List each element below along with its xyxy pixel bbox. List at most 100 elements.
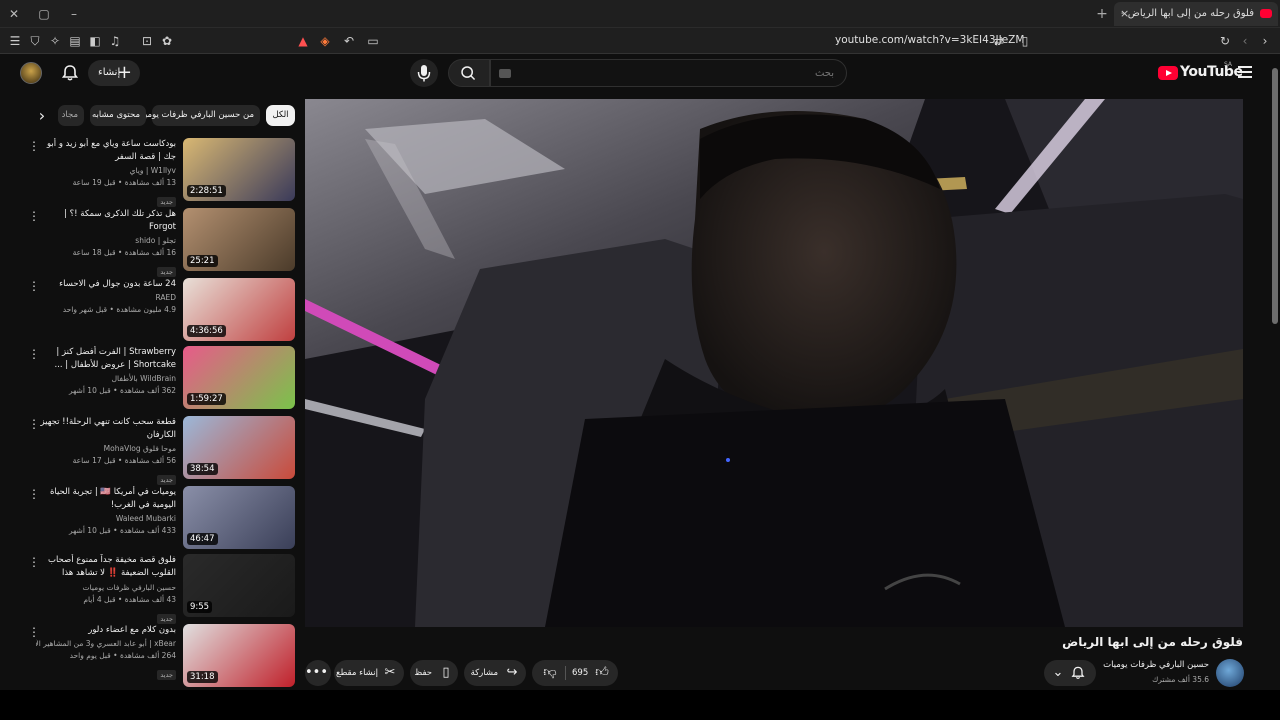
youtube-logo[interactable]: YouTube SA (1158, 61, 1243, 84)
clip-label: إنشاء مقطع (336, 668, 378, 678)
recommendation-channel[interactable]: موحا فلوق MohaVlog (36, 443, 176, 455)
channel-name[interactable]: حسين البارفي ظرفات يوميات (1103, 660, 1209, 670)
extensions-icon[interactable]: ✿ (158, 32, 176, 50)
recommendation-channel[interactable]: Waleed Mubarki (36, 513, 176, 525)
recommendation-meta: 362 ألف مشاهدة • قبل 10 أشهر (68, 386, 176, 395)
forward-icon[interactable]: › (1256, 32, 1274, 50)
recommendation-title[interactable]: بدون كلام مع اعضاء دلور (36, 624, 176, 637)
chip-related[interactable]: محتوى مشابه (90, 105, 146, 126)
video-duration: 46:47 (187, 533, 218, 545)
recommendation-thumbnail[interactable]: 2:28:51 (183, 138, 295, 201)
recommendation-item[interactable]: 31:18 بدون كلام مع اعضاء دلور xBear | أبو … (22, 624, 298, 690)
voice-search-mic-icon[interactable] (410, 59, 438, 87)
search-input[interactable] (491, 60, 846, 86)
recommendation-channel[interactable]: تجلو | shido (36, 235, 176, 247)
recommendation-title[interactable]: يوميات في أمريكا 🇺🇸 | تجربة الحياة اليوم… (36, 486, 176, 512)
recommendation-title[interactable]: هل تذكر تلك الذكرى سمكة !؟ | Forgot (36, 208, 176, 234)
new-tab-button[interactable]: + (1092, 2, 1112, 26)
more-vertical-icon[interactable]: ⋮ (28, 556, 40, 570)
recommendation-title[interactable]: بودكاست ساعة وياي مع أبو زيد و أبو جك | … (36, 138, 176, 164)
site-settings-icon[interactable]: ⇄ (990, 32, 1008, 50)
recommendation-thumbnail[interactable]: 31:18 (183, 624, 295, 687)
thumbs-down-icon: 👎︎ (543, 665, 557, 680)
more-vertical-icon[interactable]: ⋮ (28, 348, 40, 362)
chips-next-arrow-icon[interactable]: › (32, 105, 52, 127)
recommendation-thumbnail[interactable]: 46:47 (183, 486, 295, 549)
cast-icon[interactable]: ▭ (364, 32, 382, 50)
brave-shields-icon[interactable]: ◈ (316, 32, 334, 50)
account-avatar[interactable] (20, 62, 42, 84)
keyboard-icon[interactable] (499, 69, 511, 78)
tab-close-icon[interactable]: × (1120, 2, 1129, 26)
more-vertical-icon[interactable]: ⋮ (28, 488, 40, 502)
recommendation-channel[interactable]: حسين البارفي ظرفات يوميات (36, 582, 176, 594)
screenshot-icon[interactable]: ⊡ (138, 32, 156, 50)
recommendation-thumbnail[interactable]: 1:59:27 (183, 346, 295, 409)
recommendation-channel[interactable]: RAED (36, 292, 176, 304)
shield-icon[interactable]: ⛉ (26, 32, 44, 50)
guide-menu-icon[interactable] (1238, 66, 1252, 78)
more-vertical-icon[interactable]: ⋮ (28, 280, 40, 294)
recommendation-item[interactable]: 4:36:56 24 ساعة بدون جوال في الاحساء RAED 4… (22, 278, 298, 344)
recommendation-channel[interactable]: xBear | أبو عابد العسري و3 من المشاهير ا… (36, 638, 176, 650)
recommendation-title[interactable]: فلوق قصة مخيفة جداً ممنوع أصحاب القلوب ا… (36, 554, 176, 581)
recommendation-item[interactable]: 9:55 فلوق قصة مخيفة جداً ممنوع أصحاب القل… (22, 554, 298, 624)
channel-avatar[interactable] (1216, 659, 1244, 687)
brave-rewards-icon[interactable]: ▲ (294, 32, 312, 50)
recommendation-title[interactable]: 24 ساعة بدون جوال في الاحساء (36, 278, 176, 291)
recommendation-thumbnail[interactable]: 9:55 (183, 554, 295, 617)
browser-tab-youtube[interactable]: فلوق رحله من إلى ابها الرياض - × (1114, 2, 1278, 26)
clip-button[interactable]: ✂ إنشاء مقطع (334, 660, 404, 686)
recommendation-channel[interactable]: WildBrain بالأطفال (36, 373, 176, 385)
scrollbar-thumb[interactable] (1272, 68, 1278, 324)
youtube-play-logo-icon (1158, 66, 1178, 80)
recommendation-item[interactable]: 38:54 قطعة سحب كانت تنهي الرحلة!! تجهيز ا… (22, 416, 298, 485)
maximize-window-icon[interactable]: ▢ (34, 4, 54, 24)
minimize-window-icon[interactable]: – (64, 4, 84, 24)
new-badge: جديد (157, 670, 176, 680)
more-vertical-icon[interactable]: ⋮ (28, 626, 40, 640)
create-button[interactable]: إنشاء + (88, 60, 140, 86)
chip-more[interactable]: مجاد (58, 105, 84, 126)
sidebar-icon[interactable]: ◧ (86, 32, 104, 50)
menu-icon[interactable]: ☰ (6, 32, 24, 50)
recommendation-info: بدون كلام مع اعضاء دلور xBear | أبو عابد … (36, 624, 176, 681)
chip-all[interactable]: الكل (266, 105, 295, 126)
notifications-bell-icon[interactable] (60, 63, 80, 83)
music-icon[interactable]: ♫ (106, 32, 124, 50)
more-vertical-icon[interactable]: ⋮ (28, 418, 40, 432)
plus-icon: + (116, 62, 132, 83)
reader-icon[interactable]: ▤ (66, 32, 84, 50)
subscribed-notifications-button[interactable]: ⌄ (1044, 660, 1096, 686)
share-arrow-icon: ↪ (506, 665, 518, 680)
recommendation-thumbnail[interactable]: 38:54 (183, 416, 295, 479)
recommendation-title[interactable]: Strawberry | الفرت أفضل كنز | Shortcake … (36, 346, 176, 372)
recommendation-item[interactable]: 25:21 هل تذكر تلك الذكرى سمكة !؟ | Forgot… (22, 208, 298, 277)
save-button[interactable]: ▯ حفظ (410, 660, 458, 686)
recommendation-thumbnail[interactable]: 25:21 (183, 208, 295, 271)
more-actions-button[interactable]: ••• (305, 660, 331, 686)
recommendation-thumbnail[interactable]: 4:36:56 (183, 278, 295, 341)
more-vertical-icon[interactable]: ⋮ (28, 210, 40, 224)
recommendation-item[interactable]: 46:47 يوميات في أمريكا 🇺🇸 | تجربة الحياة … (22, 486, 298, 552)
search-box[interactable] (490, 59, 847, 87)
recommendation-channel[interactable]: W1llyv | وياي (36, 165, 176, 177)
chip-from-channel[interactable]: من حسين البارفي ظرفات يوميات (134, 105, 260, 126)
like-button[interactable]: 👍︎ 695 (566, 660, 618, 686)
recommendation-title[interactable]: قطعة سحب كانت تنهي الرحلة!! تجهيز الكارف… (36, 416, 176, 442)
more-vertical-icon[interactable]: ⋮ (28, 140, 40, 154)
page-scrollbar[interactable] (1270, 54, 1280, 690)
recommendation-item[interactable]: 2:28:51 بودكاست ساعة وياي مع أبو زيد و أب… (22, 138, 298, 207)
puzzle-icon[interactable]: ✧ (46, 32, 64, 50)
close-window-icon[interactable]: ✕ (4, 4, 24, 24)
search-button-icon[interactable] (448, 59, 490, 87)
like-divider (565, 666, 566, 680)
recommendation-item[interactable]: 1:59:27 Strawberry | الفرت أفضل كنز | Sho… (22, 346, 298, 412)
bookmark-icon[interactable]: ▯ (1016, 32, 1034, 50)
back-icon[interactable]: ‹ (1236, 32, 1254, 50)
video-player[interactable] (305, 99, 1243, 627)
dislike-button[interactable]: 👎︎ (538, 660, 564, 686)
reload-icon[interactable]: ↻ (1216, 32, 1234, 50)
share-button[interactable]: ↪ مشاركة (464, 660, 526, 686)
undo-icon[interactable]: ↶ (340, 32, 358, 50)
